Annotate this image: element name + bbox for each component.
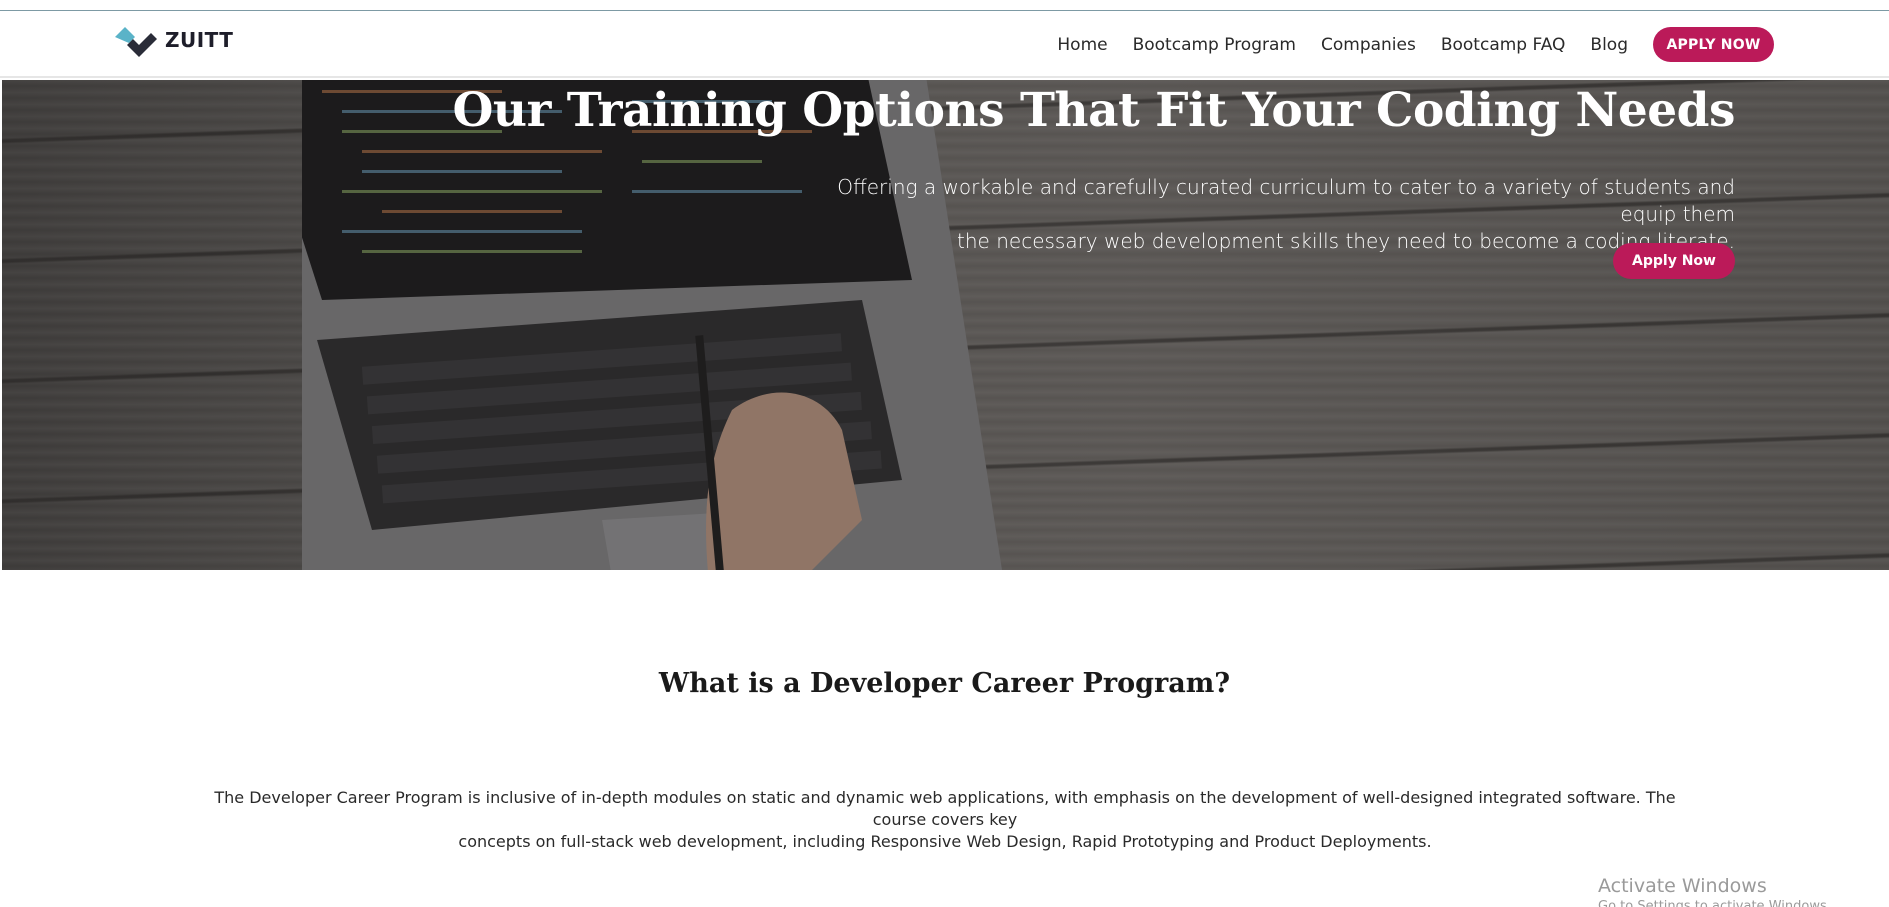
- section-title: What is a Developer Career Program?: [658, 668, 1231, 699]
- logo[interactable]: ZUITT: [113, 23, 233, 57]
- section-description-line-1: The Developer Career Program is inclusiv…: [214, 788, 1676, 829]
- nav-bootcamp-program[interactable]: Bootcamp Program: [1133, 35, 1296, 55]
- main-nav: Home Bootcamp Program Companies Bootcamp…: [1057, 11, 1889, 78]
- nav-companies[interactable]: Companies: [1321, 35, 1416, 55]
- nav-home[interactable]: Home: [1057, 35, 1107, 55]
- hero-banner: Our Training Options That Fit Your Codin…: [2, 80, 1889, 570]
- brand-name: ZUITT: [165, 28, 234, 52]
- section-description: The Developer Career Program is inclusiv…: [190, 787, 1700, 853]
- zuitt-logo-icon: [115, 27, 157, 57]
- hero-subtitle: Offering a workable and carefully curate…: [775, 174, 1735, 255]
- browser-top-border: [0, 0, 1889, 11]
- watermark-line-1: Activate Windows: [1598, 875, 1767, 897]
- hero-subtitle-line-2: the necessary web development skills the…: [957, 229, 1735, 253]
- hero-apply-button[interactable]: Apply Now: [1613, 243, 1735, 279]
- hero-overlay: [2, 80, 1889, 570]
- hero-subtitle-line-1: Offering a workable and carefully curate…: [837, 175, 1735, 226]
- nav-blog[interactable]: Blog: [1590, 35, 1628, 55]
- hero-title: Our Training Options That Fit Your Codin…: [452, 83, 1735, 138]
- navbar: ZUITT Home Bootcamp Program Companies Bo…: [0, 11, 1889, 78]
- watermark-line-2: Go to Settings to activate Windows.: [1598, 899, 1831, 907]
- nav-bootcamp-faq[interactable]: Bootcamp FAQ: [1441, 35, 1566, 55]
- section-description-line-2: concepts on full-stack web development, …: [458, 832, 1432, 851]
- activate-windows-watermark: Activate Windows Go to Settings to activ…: [1598, 875, 1831, 907]
- apply-now-button[interactable]: APPLY NOW: [1653, 27, 1774, 62]
